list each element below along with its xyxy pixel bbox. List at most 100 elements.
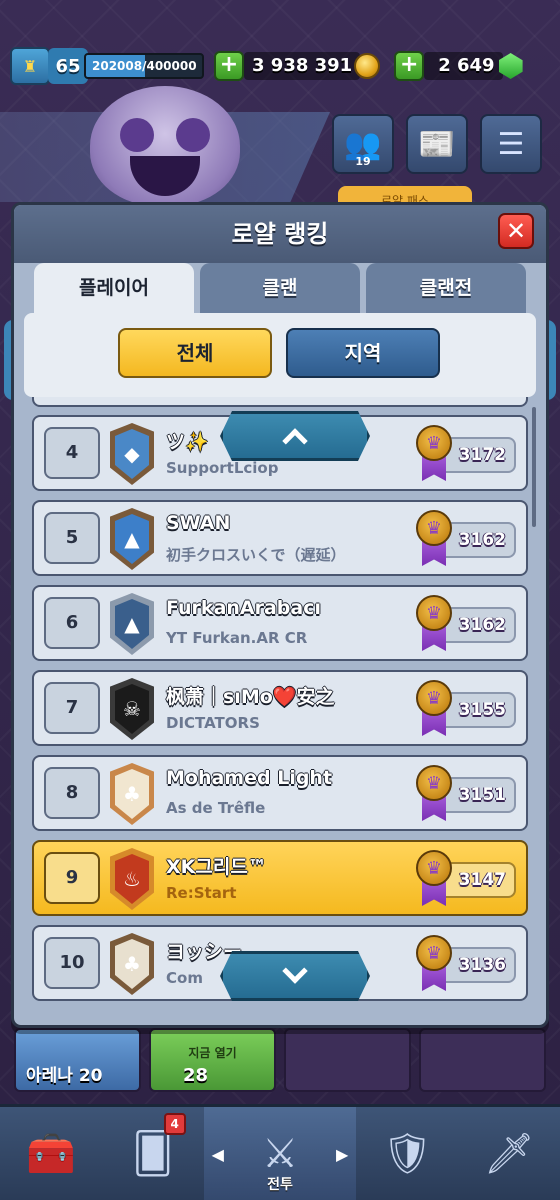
treasure-chest-icon: 🧰 xyxy=(26,1131,76,1177)
league-crown-icon: ♛ xyxy=(416,425,452,483)
ranking-row[interactable]: 5 ▲ SWAN 初手クロスいくで（遅延） 3162 ♛ xyxy=(32,500,528,576)
add-gold-button[interactable]: + xyxy=(214,51,244,81)
ranking-row[interactable]: 7 ☠ 枫萧｜sıMo❤️安之 DICTATORS 3155 ♛ xyxy=(32,670,528,746)
rank-number: 10 xyxy=(44,937,100,989)
player-clan: As de Trêfle xyxy=(166,799,266,817)
clan-badge-inner: ☠ xyxy=(115,684,149,734)
gold-amount: 3 938 391 xyxy=(244,52,361,80)
nav-left-arrow-icon: ◀ xyxy=(211,1145,224,1164)
player-clan: DICTATORS xyxy=(166,714,260,732)
clan-badge-inner: ▲ xyxy=(115,514,149,564)
league-crown-icon: ♛ xyxy=(416,850,452,908)
crossed-swords-icon: ⚔ xyxy=(262,1130,298,1177)
nav-clan[interactable]: 🛡 xyxy=(356,1107,458,1200)
menu-button[interactable]: ☰ xyxy=(480,114,542,174)
add-gems-button[interactable]: + xyxy=(394,51,425,81)
trophy-count: 3136 xyxy=(458,955,506,975)
ranking-row[interactable]: 6 ▲ FurkanArabacı YT Furkan.AR CR 3162 ♛ xyxy=(32,585,528,661)
gold-coin-icon xyxy=(354,53,381,79)
open-cost: 28 xyxy=(183,1065,209,1086)
crown-medal: ♛ xyxy=(416,510,452,546)
player-name: ツ✨ xyxy=(166,431,209,453)
battle-label: 전투 xyxy=(267,1177,293,1193)
player-name: XK그리드™ xyxy=(166,856,267,878)
previous-row-edge xyxy=(32,397,528,407)
ranking-row[interactable]: 8 ♣ Mohamed Light As de Trêfle 3151 ♛ xyxy=(32,755,528,831)
ghost-mascot-icon xyxy=(90,86,240,206)
king-tower-icon[interactable]: ♜ xyxy=(10,47,50,85)
modal-title: 로얄 랭킹 xyxy=(14,205,546,263)
nav-shop[interactable]: 🧰 xyxy=(0,1107,102,1200)
rank-number: 5 xyxy=(44,512,100,564)
cards-icon: 🂠 xyxy=(132,1130,174,1177)
trophy-count: 3151 xyxy=(458,785,506,805)
clan-badge-symbol: ☠ xyxy=(123,697,141,721)
clan-badge-icon: ▲ xyxy=(110,508,154,570)
crown-medal: ♛ xyxy=(416,850,452,886)
crown-medal: ♛ xyxy=(416,680,452,716)
player-name: Mohamed Light xyxy=(166,767,333,789)
clan-badge-icon: ♣ xyxy=(110,933,154,995)
top-hud: ♜ 65 202008/400000 + 3 938 391 + 2 649 xyxy=(10,44,550,88)
league-crown-icon: ♛ xyxy=(416,510,452,568)
clan-badge-inner: ▲ xyxy=(115,599,149,649)
nav-events[interactable]: 🗡 xyxy=(458,1107,560,1200)
laurel-sword-icon: 🗡 xyxy=(483,1131,535,1177)
tab-players[interactable]: 플레이어 xyxy=(34,263,194,313)
clan-badge-symbol: ▲ xyxy=(124,612,140,636)
clan-badge-inner: ◆ xyxy=(115,429,149,479)
clan-badge-inner: ♨ xyxy=(115,854,149,904)
player-clan: 初手クロスいくで（遅延） xyxy=(166,546,346,564)
ranking-list[interactable]: 4 ◆ ツ✨ SupportLciop 3172 ♛ 5 ▲ SWAN 初手クロスいくで（遅延） 3… xyxy=(24,397,536,1015)
clan-badge-symbol: ▲ xyxy=(124,527,140,551)
ranking-row[interactable]: 9 ♨ XK그리드™ Re:Start 3147 ♛ xyxy=(32,840,528,916)
trophy-count: 3172 xyxy=(458,445,506,465)
cards-badge: 4 xyxy=(163,1113,186,1135)
gem-amount: 2 649 xyxy=(424,52,503,80)
clan-badge-icon: ☠ xyxy=(110,678,154,740)
rank-number: 9 xyxy=(44,852,100,904)
nav-battle[interactable]: ◀ ⚔ ▶ 전투 xyxy=(203,1107,357,1200)
chest-slot-open-now[interactable]: 지금 열기 28 xyxy=(149,1028,276,1092)
trophy-count: 3147 xyxy=(458,870,506,890)
close-button[interactable]: ✕ xyxy=(498,213,534,249)
trophy-count: 3162 xyxy=(458,615,506,635)
hamburger-menu-icon: ☰ xyxy=(497,126,525,162)
newspaper-icon: 📰 xyxy=(418,126,456,162)
chevron-down-icon xyxy=(282,958,308,984)
clan-badge-symbol: ♣ xyxy=(123,952,141,976)
filter-region-button[interactable]: 지역 xyxy=(286,328,440,378)
player-name: FurkanArabacı xyxy=(166,597,322,619)
rank-number: 4 xyxy=(44,427,100,479)
tab-clans[interactable]: 클랜 xyxy=(200,263,360,313)
rank-number: 7 xyxy=(44,682,100,734)
arena-label: 아레나 20 xyxy=(26,1066,103,1086)
mascot-eye xyxy=(120,118,154,152)
crown-medal: ♛ xyxy=(416,765,452,801)
crown-medal: ♛ xyxy=(416,425,452,461)
open-now-label: 지금 열기 xyxy=(188,1046,237,1060)
nav-right-arrow-icon: ▶ xyxy=(336,1145,349,1164)
player-name: SWAN xyxy=(166,512,231,534)
trophy-count: 3162 xyxy=(458,530,506,550)
scroll-down-button[interactable] xyxy=(220,951,370,1001)
clan-badge-icon: ♨ xyxy=(110,848,154,910)
friends-button[interactable]: 👥 19 xyxy=(332,114,394,174)
scroll-up-button[interactable] xyxy=(220,411,370,461)
league-crown-icon: ♛ xyxy=(416,595,452,653)
player-name: 枫萧｜sıMo❤️安之 xyxy=(166,686,335,708)
news-button[interactable]: 📰 xyxy=(406,114,468,174)
chest-slot-arena[interactable]: 아레나 20 xyxy=(14,1028,141,1092)
chest-slot-empty[interactable] xyxy=(419,1028,546,1092)
chevron-up-icon xyxy=(282,428,308,454)
scrollbar[interactable] xyxy=(532,407,536,527)
chest-slot-empty[interactable] xyxy=(284,1028,411,1092)
tab-clan-wars[interactable]: 클랜전 xyxy=(366,263,526,313)
chest-slots: 아레나 20 지금 열기 28 xyxy=(14,1028,546,1092)
nav-cards[interactable]: 🂠 4 xyxy=(102,1107,204,1200)
ranking-tabs: 플레이어 클랜 클랜전 xyxy=(34,263,526,313)
level-number: 65 xyxy=(48,48,88,84)
clan-badge-symbol: ◆ xyxy=(124,442,140,466)
league-crown-icon: ♛ xyxy=(416,680,452,738)
filter-all-button[interactable]: 전체 xyxy=(118,328,272,378)
